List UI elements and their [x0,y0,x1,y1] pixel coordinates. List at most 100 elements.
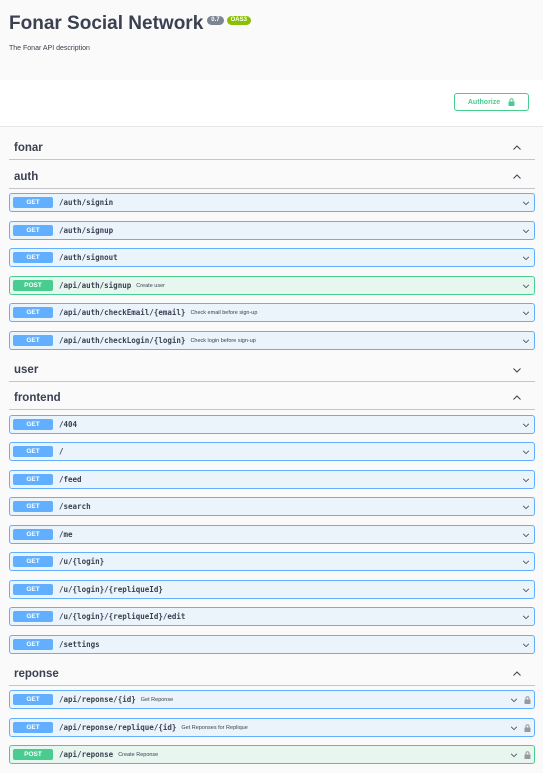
lock-icon[interactable] [524,724,531,732]
tag-auth[interactable]: auth [9,165,535,189]
operation-get-user-replique[interactable]: GET /u/{login}/{repliqueId} [9,580,535,599]
method-badge: POST [13,749,53,760]
chevron-down-icon [512,365,522,375]
chevron-down-icon [509,724,519,732]
operation-get-root[interactable]: GET / [9,442,535,461]
method-badge: GET [13,694,53,705]
method-badge: GET [13,307,53,318]
operation-path: /search [59,502,91,511]
operation-path: /feed [59,475,82,484]
operation-get-check-email[interactable]: GET /api/auth/checkEmail/{email} Check e… [9,303,535,322]
chevron-down-icon [521,421,531,429]
operation-path: /api/auth/checkEmail/{email} [59,308,186,317]
lock-icon[interactable] [524,751,531,759]
operation-path: /auth/signup [59,226,114,235]
operation-get-feed[interactable]: GET /feed [9,470,535,489]
method-badge: GET [13,419,53,430]
operation-path: /u/{login}/{repliqueId} [59,585,163,594]
operation-path: /404 [59,420,78,429]
method-badge: GET [13,474,53,485]
tag-name: auth [14,170,39,183]
tag-name: fonar [14,141,43,154]
operation-get-reponse-replique[interactable]: GET /api/reponse/replique/{id} Get Repon… [9,718,535,737]
operation-get-auth-signup[interactable]: GET /auth/signup [9,221,535,240]
operation-get-settings[interactable]: GET /settings [9,635,535,654]
operation-path: / [59,447,64,456]
chevron-down-icon [521,337,531,345]
operation-path: /u/{login}/{repliqueId}/edit [59,612,186,621]
operation-path: /api/auth/signup [59,281,132,290]
operation-get-reponse-id[interactable]: GET /api/reponse/{id} Get Reponse [9,690,535,709]
chevron-up-icon [512,143,522,153]
operation-path: /api/auth/checkLogin/{login} [59,336,186,345]
method-badge: GET [13,197,53,208]
tag-fonar[interactable]: fonar [9,136,535,160]
method-badge: GET [13,639,53,650]
operation-get-check-login[interactable]: GET /api/auth/checkLogin/{login} Check l… [9,331,535,350]
chevron-up-icon [512,172,522,182]
operation-path: /auth/signout [59,253,118,262]
method-badge: GET [13,722,53,733]
operation-path: /auth/signin [59,198,114,207]
chevron-down-icon [521,558,531,566]
method-badge: GET [13,611,53,622]
chevron-down-icon [521,613,531,621]
chevron-down-icon [521,448,531,456]
operation-path: /api/reponse/replique/{id} [59,723,177,732]
lock-open-icon [508,98,515,106]
method-badge: GET [13,584,53,595]
operation-get-404[interactable]: GET /404 [9,415,535,434]
method-badge: POST [13,280,53,291]
method-badge: GET [13,225,53,236]
method-badge: GET [13,556,53,567]
operation-get-me[interactable]: GET /me [9,525,535,544]
operation-post-reponse[interactable]: POST /api/reponse Create Reponse [9,745,535,764]
operation-summary: Get Reponses for Replique [181,724,248,731]
operation-path: /api/reponse [59,750,114,759]
chevron-down-icon [521,531,531,539]
operation-post-api-auth-signup[interactable]: POST /api/auth/signup Create user [9,276,535,295]
operation-get-auth-signin[interactable]: GET /auth/signin [9,193,535,212]
method-badge: GET [13,335,53,346]
operation-get-user-replique-edit[interactable]: GET /u/{login}/{repliqueId}/edit [9,607,535,626]
version-badge: 0.7 [207,16,224,25]
method-badge: GET [13,446,53,457]
chevron-down-icon [521,586,531,594]
chevron-down-icon [521,476,531,484]
operation-summary: Get Reponse [140,696,174,703]
operation-summary: Create user [136,282,165,289]
operation-get-user-login[interactable]: GET /u/{login} [9,552,535,571]
chevron-down-icon [521,282,531,290]
chevron-down-icon [521,227,531,235]
operation-get-search[interactable]: GET /search [9,497,535,516]
api-description: The Fonar API description [9,45,90,52]
chevron-down-icon [521,309,531,317]
chevron-down-icon [509,696,519,704]
tag-user[interactable]: user [9,358,535,382]
operation-path: /u/{login} [59,557,105,566]
lock-icon[interactable] [524,696,531,704]
chevron-down-icon [521,641,531,649]
authorize-label: Authorize [467,98,501,106]
operation-summary: Check email before sign-up [190,309,258,316]
operation-summary: Check login before sign-up [190,337,256,344]
method-badge: GET [13,501,53,512]
api-title-row: Fonar Social Network 0.7 OAS3 [9,13,251,35]
operation-summary: Create Reponse [118,751,159,758]
method-badge: GET [13,252,53,263]
info-header: Fonar Social Network 0.7 OAS3 The Fonar … [0,0,543,80]
api-title: Fonar Social Network [9,13,204,34]
chevron-down-icon [521,503,531,511]
chevron-down-icon [521,254,531,262]
chevron-up-icon [512,669,522,679]
authorize-button[interactable]: Authorize [454,93,529,111]
oas-badge: OAS3 [226,16,251,25]
tag-name: frontend [14,391,61,404]
tag-frontend[interactable]: frontend [9,386,535,410]
chevron-up-icon [512,393,522,403]
tag-reponse[interactable]: reponse [9,662,535,686]
operation-path: /settings [59,640,100,649]
method-badge: GET [13,529,53,540]
operation-get-auth-signout[interactable]: GET /auth/signout [9,248,535,267]
tag-name: reponse [14,667,59,680]
